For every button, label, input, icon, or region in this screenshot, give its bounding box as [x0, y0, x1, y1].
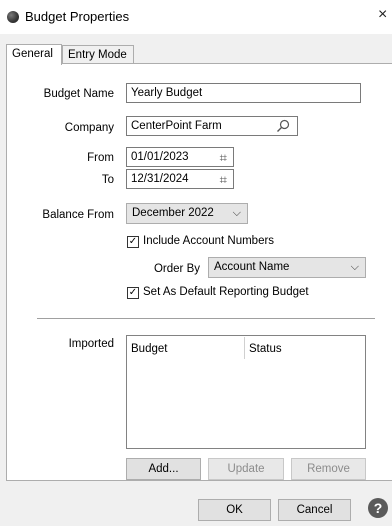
budget-name-label: Budget Name [43, 88, 114, 100]
include-account-numbers-checkbox[interactable]: ✓ [127, 236, 139, 248]
remove-button[interactable]: Remove [291, 458, 366, 480]
help-icon[interactable]: ? [368, 498, 388, 518]
cancel-button[interactable]: Cancel [278, 499, 351, 521]
section-divider [37, 318, 375, 319]
budget-name-field[interactable]: Yearly Budget [126, 83, 361, 103]
update-button[interactable]: Update [208, 458, 284, 480]
order-by-label: Order By [153, 263, 200, 275]
balance-from-label: Balance From [42, 209, 114, 221]
to-label: To [101, 174, 114, 186]
balance-from-value: December 2022 [132, 207, 214, 219]
column-header-status[interactable]: Status [249, 343, 282, 355]
order-by-value: Account Name [214, 261, 290, 273]
window-title: Budget Properties [25, 9, 130, 24]
company-value: CenterPoint Farm [131, 120, 222, 132]
from-date-field[interactable]: 01/01/2023 ⌗ [126, 147, 234, 167]
chevron-down-icon: ⌵ [232, 207, 241, 219]
close-icon[interactable]: × [378, 6, 387, 24]
search-icon[interactable] [276, 119, 290, 133]
calendar-icon[interactable]: ⌗ [220, 173, 227, 187]
tab-general[interactable]: General [6, 44, 62, 65]
app-icon [7, 11, 19, 23]
company-field[interactable]: CenterPoint Farm [126, 116, 298, 136]
to-date-field[interactable]: 12/31/2024 ⌗ [126, 169, 234, 189]
add-button[interactable]: Add... [126, 458, 201, 480]
column-separator[interactable] [244, 337, 245, 359]
from-label: From [87, 152, 114, 164]
default-budget-checkbox[interactable]: ✓ [127, 287, 139, 299]
balance-from-select[interactable]: December 2022 ⌵ [126, 203, 248, 224]
ok-button[interactable]: OK [198, 499, 271, 521]
to-date-value: 12/31/2024 [131, 173, 189, 185]
from-date-value: 01/01/2023 [131, 151, 189, 163]
column-header-budget[interactable]: Budget [131, 343, 167, 355]
include-account-numbers-label: Include Account Numbers [143, 235, 275, 247]
default-budget-label: Set As Default Reporting Budget [143, 286, 309, 298]
calendar-icon[interactable]: ⌗ [220, 151, 227, 165]
chevron-down-icon: ⌵ [350, 261, 359, 273]
imported-label: Imported [68, 338, 114, 350]
tab-entry-mode[interactable]: Entry Mode [62, 45, 134, 64]
company-label: Company [64, 122, 114, 134]
order-by-select[interactable]: Account Name ⌵ [208, 257, 366, 278]
